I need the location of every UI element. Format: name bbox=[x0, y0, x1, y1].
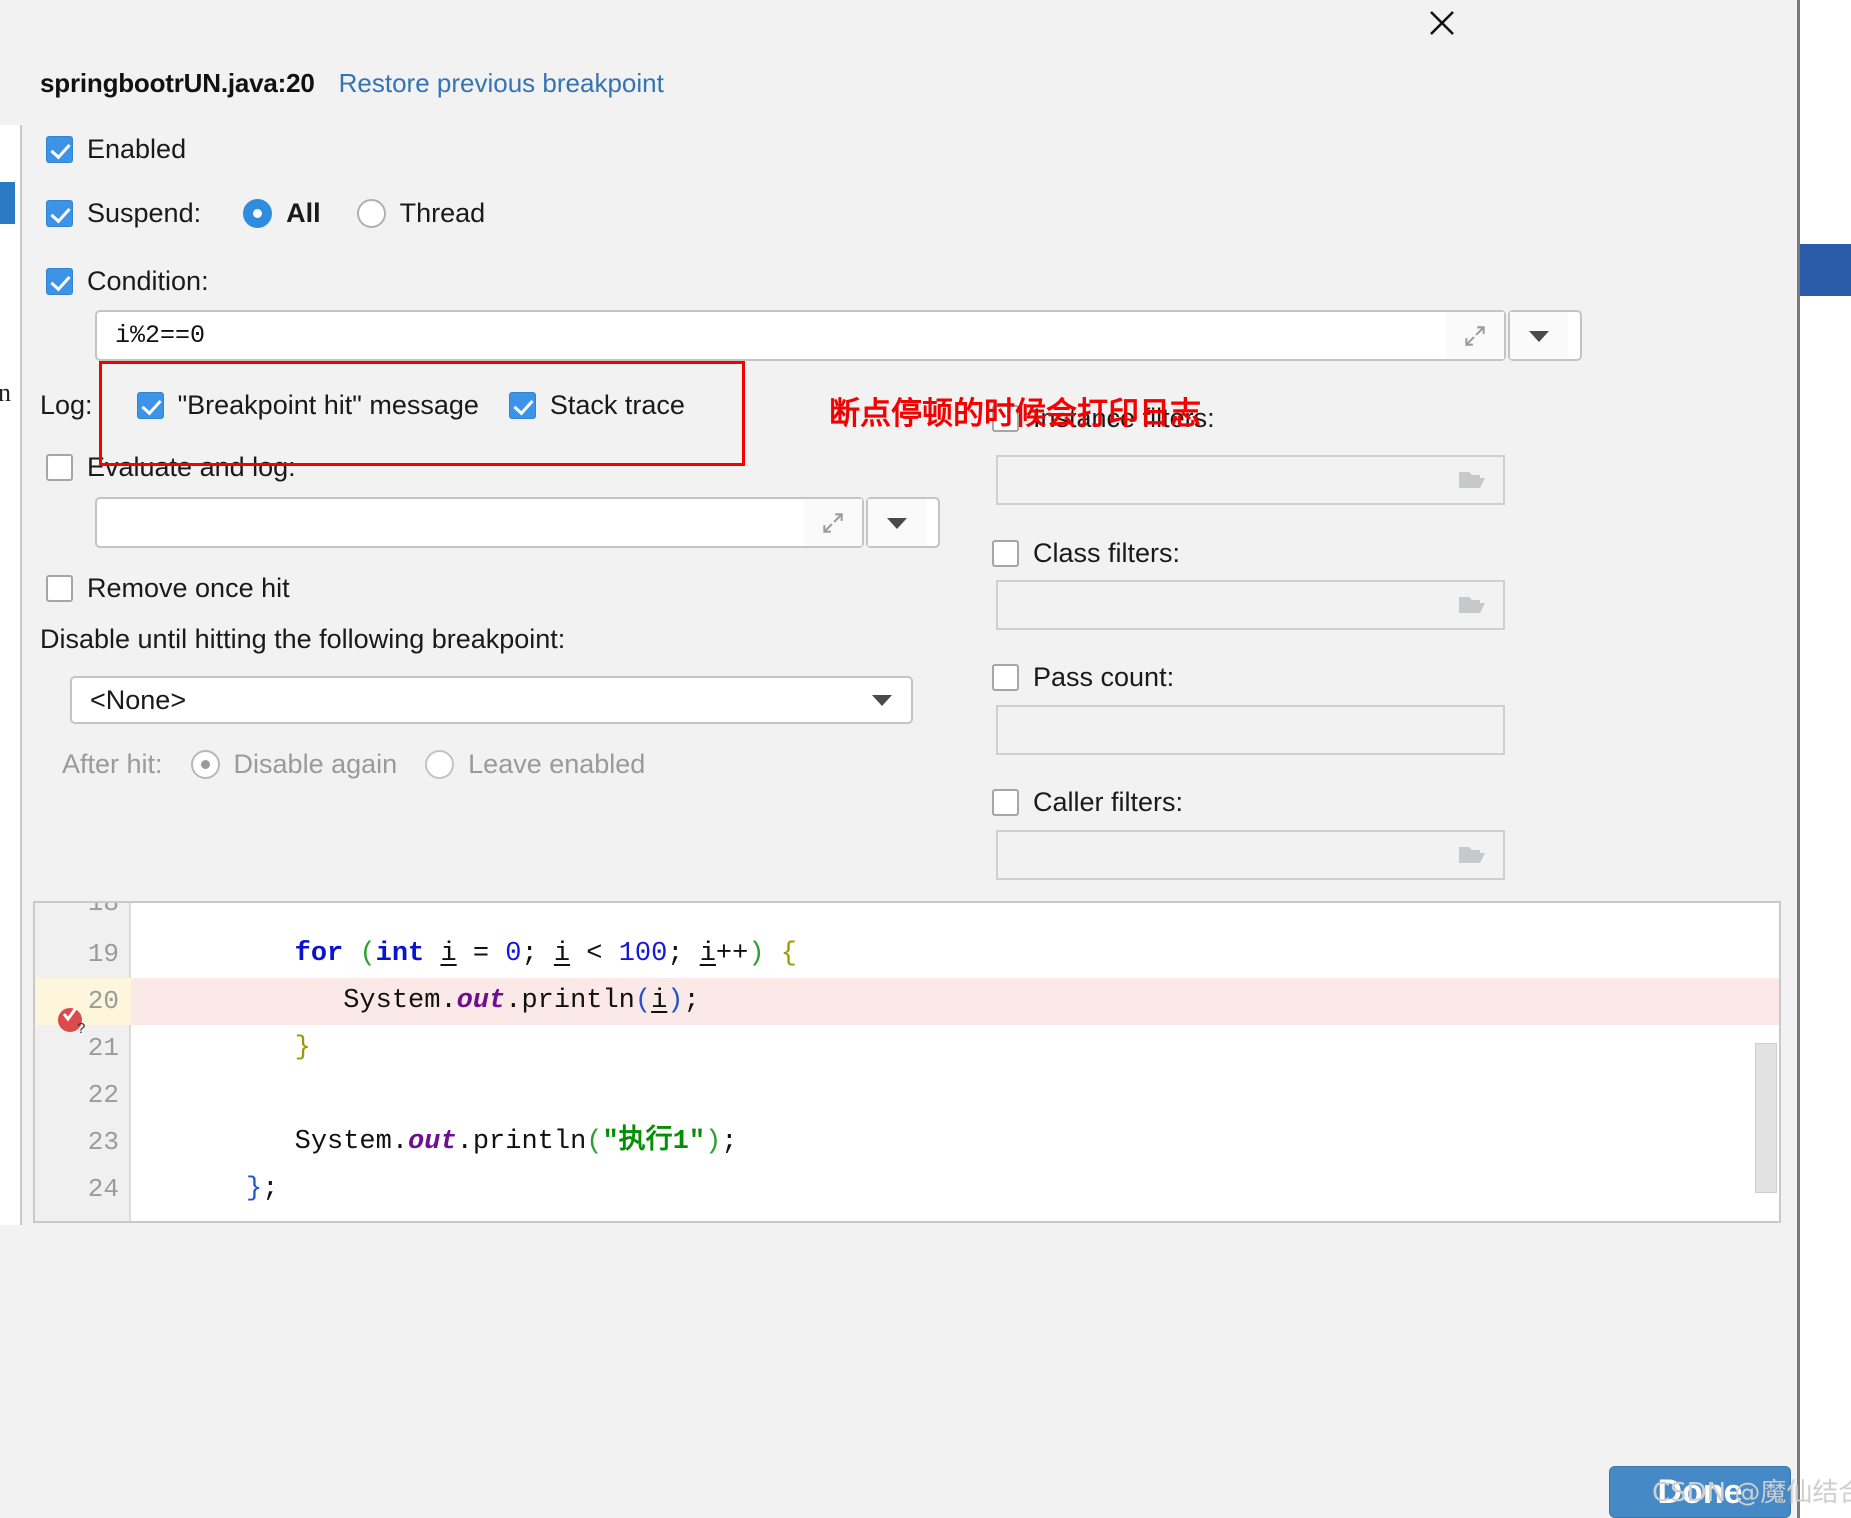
evaluate-and-log-label: Evaluate and log: bbox=[87, 452, 296, 482]
remove-once-hit-checkbox[interactable] bbox=[46, 575, 73, 602]
chevron-down-icon[interactable] bbox=[853, 692, 911, 708]
remove-once-hit-label: Remove once hit bbox=[87, 573, 290, 603]
pass-count-field[interactable] bbox=[996, 705, 1505, 755]
dialog-footer bbox=[0, 1435, 1800, 1518]
condition-row: Condition: bbox=[46, 266, 209, 297]
svg-text:?: ? bbox=[77, 1020, 85, 1036]
suspend-label: Suspend: bbox=[87, 198, 202, 228]
suspend-checkbox[interactable] bbox=[46, 200, 73, 227]
condition-checkbox[interactable] bbox=[46, 268, 73, 295]
editor-scrollbar[interactable] bbox=[1755, 1043, 1777, 1193]
condition-label: Condition: bbox=[87, 266, 209, 296]
stack-trace-checkbox[interactable] bbox=[508, 392, 536, 419]
class-filters-checkbox[interactable] bbox=[992, 540, 1019, 567]
pass-count-row: Pass count: bbox=[992, 662, 1174, 693]
expand-arrows-icon[interactable] bbox=[804, 499, 862, 546]
breakpoint-conditional-icon[interactable]: ? bbox=[56, 1002, 86, 1037]
code-line[interactable]: 21 } bbox=[35, 1025, 1779, 1072]
after-hit-label: After hit: bbox=[62, 749, 163, 779]
caller-filters-field[interactable] bbox=[996, 830, 1505, 880]
disable-until-selected-value: <None> bbox=[90, 684, 187, 715]
evaluate-and-log-input[interactable] bbox=[97, 499, 804, 546]
code-line[interactable]: 20 System.out.println(i); bbox=[35, 978, 1779, 1025]
enabled-label: Enabled bbox=[87, 134, 187, 164]
condition-history-dropdown[interactable] bbox=[1508, 310, 1582, 361]
line-number: 18 bbox=[87, 901, 119, 918]
close-icon[interactable] bbox=[1414, 0, 1470, 46]
condition-input-wrapper: i%2==0 bbox=[95, 310, 1506, 361]
suspend-row: Suspend: All Thread bbox=[46, 198, 485, 229]
evaluate-and-log-checkbox[interactable] bbox=[46, 454, 73, 481]
chevron-down-icon[interactable] bbox=[868, 499, 926, 546]
stack-trace-label: Stack trace bbox=[549, 390, 685, 420]
left-accent-marker bbox=[0, 182, 15, 224]
right-edge-divider bbox=[1797, 0, 1800, 1518]
suspend-thread-radio[interactable] bbox=[356, 199, 386, 228]
line-content: System.out.println("执行1"); bbox=[165, 1127, 738, 1157]
condition-input[interactable]: i%2==0 bbox=[97, 312, 1446, 359]
code-line[interactable]: 18 bbox=[35, 901, 1779, 927]
code-line[interactable]: 23 System.out.println("执行1"); bbox=[35, 1119, 1779, 1166]
code-line[interactable]: 19 for (int i = 0; i < 100; i++) { bbox=[35, 931, 1779, 978]
breakpoint-hit-message-checkbox[interactable] bbox=[136, 392, 164, 419]
line-number: 19 bbox=[87, 939, 119, 969]
after-hit-leave-enabled-label: Leave enabled bbox=[468, 749, 646, 779]
class-filters-field[interactable] bbox=[996, 580, 1505, 630]
instance-filters-field[interactable] bbox=[996, 455, 1505, 505]
line-number: 22 bbox=[87, 1080, 119, 1110]
right-edge-panel bbox=[1800, 0, 1851, 1518]
line-content: for (int i = 0; i < 100; i++) { bbox=[294, 939, 797, 969]
after-hit-disable-again-radio[interactable] bbox=[190, 750, 220, 779]
suspend-all-radio[interactable] bbox=[243, 199, 273, 228]
after-hit-row: After hit: Disable again Leave enabled bbox=[62, 749, 645, 780]
chevron-down-icon[interactable] bbox=[1510, 312, 1568, 359]
caller-filters-checkbox[interactable] bbox=[992, 789, 1019, 816]
folder-icon[interactable] bbox=[1457, 468, 1503, 492]
caller-filters-label: Caller filters: bbox=[1033, 787, 1184, 817]
caller-filters-row: Caller filters: bbox=[992, 787, 1183, 818]
line-content: } bbox=[294, 1033, 311, 1063]
evaluate-and-log-history-dropdown[interactable] bbox=[866, 497, 940, 548]
evaluate-and-log-row: Evaluate and log: bbox=[46, 452, 296, 483]
disable-until-breakpoint-select[interactable]: <None> bbox=[70, 676, 913, 724]
pass-count-label: Pass count: bbox=[1033, 662, 1175, 692]
dialog-header: springbootrUN.java:20 Restore previous b… bbox=[40, 68, 664, 99]
code-line[interactable]: 22 bbox=[35, 1072, 1779, 1119]
class-filters-label: Class filters: bbox=[1033, 538, 1181, 568]
right-accent-marker bbox=[1800, 244, 1851, 296]
enabled-checkbox[interactable] bbox=[46, 136, 73, 163]
line-number: 24 bbox=[87, 1174, 119, 1204]
line-number: 23 bbox=[87, 1127, 119, 1157]
line-content: }; bbox=[246, 1174, 279, 1204]
breakpoint-location-label: springbootrUN.java:20 bbox=[40, 68, 315, 98]
disable-until-label: Disable until hitting the following brea… bbox=[40, 624, 566, 654]
restore-previous-breakpoint-link[interactable]: Restore previous breakpoint bbox=[339, 68, 664, 99]
left-edge-glyph: n bbox=[0, 378, 11, 407]
line-content: System.out.println(i); bbox=[165, 986, 700, 1016]
breakpoint-hit-message-label: "Breakpoint hit" message bbox=[177, 390, 479, 420]
remove-once-hit-row: Remove once hit bbox=[46, 573, 290, 604]
done-button[interactable]: Done bbox=[1609, 1466, 1791, 1518]
disable-until-row: Disable until hitting the following brea… bbox=[40, 624, 565, 655]
enabled-row: Enabled bbox=[46, 134, 186, 165]
log-label: Log: bbox=[40, 390, 93, 420]
folder-icon[interactable] bbox=[1457, 843, 1503, 867]
after-hit-disable-again-label: Disable again bbox=[233, 749, 398, 779]
line-content bbox=[131, 1072, 1779, 1119]
class-filters-row: Class filters: bbox=[992, 538, 1180, 569]
code-editor[interactable]: 18 19 for (int i = 0; i < 100; i++) { 20… bbox=[33, 901, 1781, 1223]
folder-icon[interactable] bbox=[1457, 593, 1503, 617]
suspend-thread-label: Thread bbox=[399, 198, 486, 228]
log-row: Log: "Breakpoint hit" message Stack trac… bbox=[40, 390, 685, 421]
pass-count-checkbox[interactable] bbox=[992, 664, 1019, 691]
expand-arrows-icon[interactable] bbox=[1446, 312, 1504, 359]
suspend-all-label: All bbox=[286, 198, 321, 228]
annotation-text: 断点停顿的时候会打印日志 bbox=[829, 396, 1201, 432]
after-hit-leave-enabled-radio[interactable] bbox=[425, 750, 455, 779]
breakpoint-settings-dialog: n springbootrUN.java:20 Restore previous… bbox=[0, 0, 1800, 1518]
code-line[interactable]: 24 }; bbox=[35, 1166, 1779, 1213]
evaluate-and-log-input-wrapper bbox=[95, 497, 864, 548]
line-content bbox=[131, 903, 1779, 927]
left-edge-panel bbox=[0, 125, 22, 1225]
